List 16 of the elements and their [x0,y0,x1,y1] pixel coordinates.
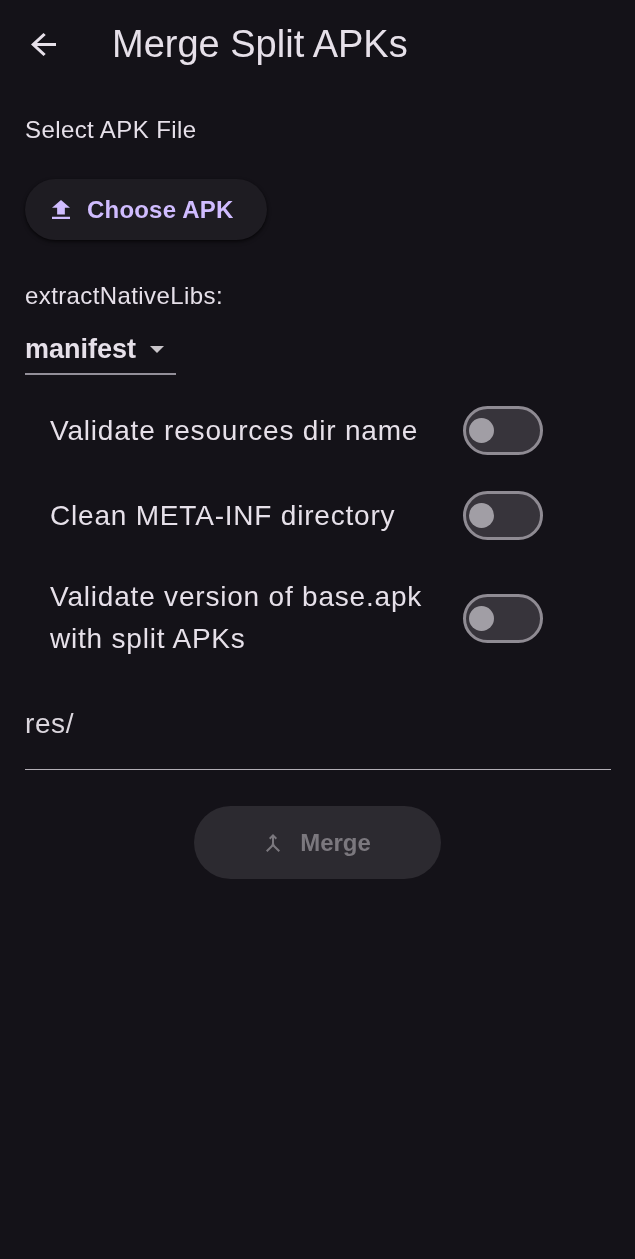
merge-icon [266,833,281,852]
screen-title: Merge Split APKs [112,22,408,67]
option-label: Clean META-INF directory [50,498,397,533]
toggle-switch[interactable] [463,406,543,455]
upload-icon [52,200,70,219]
text-field[interactable]: res/ [25,682,611,770]
toggle-switch[interactable] [463,491,543,540]
section-label: Select APK File [25,116,197,144]
back-arrow-icon[interactable] [31,32,56,56]
option-label: Validate version of base.apk with split APKs [50,580,424,656]
caret-icon [150,345,164,353]
option-label: Validate resources dir name [50,413,420,448]
dropdown[interactable]: manifest [25,331,176,375]
choose-apk-button[interactable]: Choose APK [25,179,268,240]
dropdown-label: extractNativeLibs: [25,282,223,310]
toggle-switch[interactable] [463,593,543,643]
